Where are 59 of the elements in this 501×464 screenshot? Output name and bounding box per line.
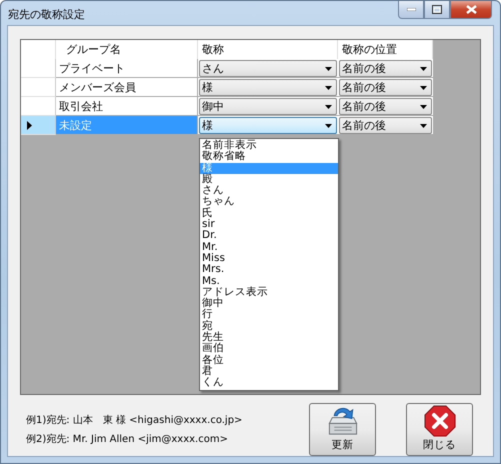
position-dropdown[interactable]: 名前の後 — [339, 98, 432, 115]
window-title: 宛先の敬称設定 — [8, 7, 85, 22]
dropdown-option[interactable]: Mr. — [200, 242, 338, 253]
dropdown-arrow-icon — [420, 86, 427, 90]
current-row-icon — [27, 120, 32, 130]
dropdown-arrow-icon — [420, 66, 427, 70]
table-cell: メンバーズ会員 — [56, 78, 198, 97]
column-header[interactable]: 敬称 — [198, 40, 338, 60]
honorific-dropdown[interactable]: 様 — [199, 79, 337, 96]
table-cell: 未設定 — [56, 116, 198, 135]
minimize-icon — [406, 8, 416, 11]
row-header[interactable] — [21, 116, 56, 135]
dropdown-option[interactable]: Ms. — [200, 276, 338, 287]
dropdown-arrow-icon — [420, 124, 427, 128]
dropdown-option[interactable]: 先生 — [200, 332, 338, 344]
dropdown-option[interactable]: ちゃん — [200, 196, 338, 208]
maximize-icon — [432, 5, 442, 14]
example-text: 例1)宛先: 山本 東 様 <higashi@xxxx.co.jp> — [26, 414, 242, 427]
dropdown-option[interactable]: 名前非表示 — [200, 140, 338, 152]
table-cell: 取引会社 — [56, 97, 198, 116]
dropdown-arrow-icon — [325, 104, 332, 108]
position-dropdown[interactable]: 名前の後 — [339, 79, 432, 96]
dropdown-option[interactable]: sir — [200, 219, 338, 230]
close-icon — [424, 405, 456, 437]
close-button[interactable]: 閉じる — [406, 403, 473, 456]
dropdown-option[interactable]: 君 — [200, 366, 338, 378]
dropdown-option[interactable]: さん — [200, 185, 338, 196]
dropdown-option[interactable]: アドレス表示 — [200, 286, 338, 298]
close-window-button[interactable] — [450, 1, 492, 19]
dropdown-option[interactable]: 行 — [200, 309, 338, 321]
update-button[interactable]: 更新 — [309, 403, 376, 456]
dropdown-option[interactable]: Dr. — [200, 230, 338, 242]
column-header[interactable]: 敬称の位置 — [338, 40, 433, 60]
position-dropdown[interactable]: 名前の後 — [339, 60, 432, 77]
dropdown-option[interactable]: 画伯 — [200, 343, 338, 355]
dropdown-option[interactable]: くん — [200, 377, 338, 389]
corner-header — [21, 40, 56, 60]
honorific-dropdown[interactable]: 御中 — [199, 98, 337, 115]
dropdown-option[interactable]: Mrs. — [200, 264, 338, 276]
maximize-button[interactable] — [424, 1, 450, 19]
dropdown-option[interactable]: Miss — [200, 252, 338, 264]
dropdown-arrow-icon — [325, 66, 332, 70]
honorific-dropdown[interactable]: 様 — [199, 117, 337, 134]
dropdown-option[interactable]: 殿 — [200, 174, 338, 186]
column-header[interactable]: グループ名 — [56, 40, 198, 60]
position-dropdown[interactable]: 名前の後 — [339, 117, 432, 134]
table-cell: プライベート — [56, 59, 198, 78]
dropdown-option[interactable]: 各位 — [200, 354, 338, 366]
dropdown-option[interactable]: 御中 — [200, 298, 338, 310]
close-icon — [466, 5, 476, 14]
honorific-dropdown[interactable]: さん — [199, 60, 337, 77]
dropdown-arrow-icon — [325, 86, 332, 90]
minimize-button[interactable] — [398, 1, 424, 19]
example-text: 例2)宛先: Mr. Jim Allen <jim@xxxx.com> — [26, 432, 229, 446]
dropdown-arrow-icon — [420, 104, 427, 108]
dropdown-option[interactable]: 宛 — [200, 320, 338, 332]
dropdown-arrow-icon — [325, 124, 332, 128]
dropdown-option[interactable]: 氏 — [200, 208, 338, 220]
dropdown-option[interactable]: 敬称省略 — [200, 151, 338, 163]
